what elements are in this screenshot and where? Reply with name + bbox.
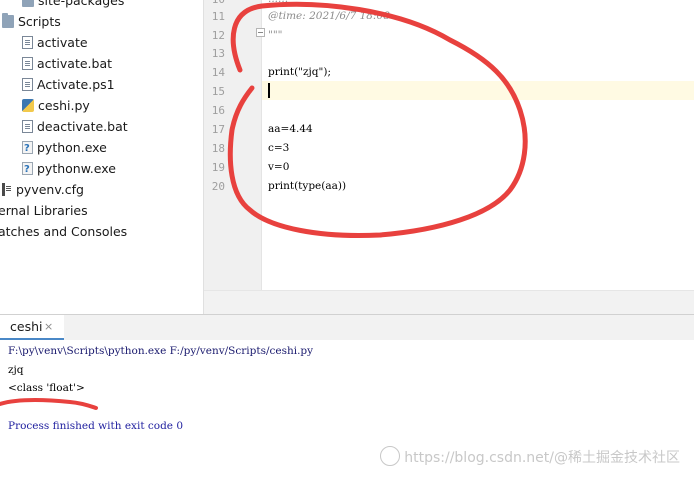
code-line: c=3 <box>268 142 290 154</box>
tree-item-ceshi-py[interactable]: ceshi.py <box>22 95 90 116</box>
tree-item-label: pyvenv.cfg <box>16 182 84 197</box>
close-icon[interactable]: × <box>44 315 53 338</box>
tree-item-activate-bat[interactable]: activate.bat <box>22 53 112 74</box>
watermark: https://blog.csdn.net/@稀土掘金技术社区 <box>380 446 680 467</box>
tab-ceshi[interactable]: ceshi × <box>0 315 64 340</box>
code-line: aa=4.44 <box>268 123 313 135</box>
tree-item-pyvenv-cfg[interactable]: pyvenv.cfg <box>2 179 84 200</box>
code-editor[interactable]: 10 11 12 13 14 15 16 17 18 19 20 ...... … <box>204 0 694 290</box>
line-number: 20 <box>211 180 225 193</box>
line-number: 13 <box>211 47 225 60</box>
tree-item-label: activate <box>37 35 88 50</box>
code-line: @time: 2021/6/7 18:08 <box>268 10 390 22</box>
config-file-icon <box>2 183 12 196</box>
tree-item-label: ceshi.py <box>38 98 90 113</box>
tree-item-scratches-and-consoles[interactable]: atches and Consoles <box>0 221 127 242</box>
tree-item-activate[interactable]: activate <box>22 32 88 53</box>
line-number: 12 <box>211 29 225 42</box>
text-caret <box>268 83 270 98</box>
file-icon <box>22 36 33 49</box>
folder-icon <box>2 13 14 28</box>
tree-item-site-packages[interactable]: site-packages <box>22 0 124 11</box>
line-number: 14 <box>211 66 225 79</box>
tree-item-label: activate.bat <box>37 56 113 71</box>
tree-item-label: python.exe <box>37 140 107 155</box>
python-file-icon <box>22 99 34 112</box>
code-line: v=0 <box>268 161 290 173</box>
tree-item-label: deactivate.bat <box>37 119 128 134</box>
console-line: <class 'float'> <box>8 382 85 394</box>
console-line: zjq <box>8 364 24 376</box>
tree-item-label: pythonw.exe <box>37 161 116 176</box>
tree-item-label: Activate.ps1 <box>37 77 115 92</box>
run-tool-window-tabs: ceshi × <box>0 314 694 341</box>
console-line: Process finished with exit code 0 <box>8 420 184 432</box>
executable-icon <box>22 159 33 180</box>
editor-horizontal-scrollbar[interactable] <box>204 290 694 315</box>
line-number: 19 <box>211 161 225 174</box>
tree-item-label: site-packages <box>38 0 125 8</box>
code-line: print("zjq"); <box>268 66 331 78</box>
tree-item-deactivate-bat[interactable]: deactivate.bat <box>22 116 128 137</box>
executable-icon <box>22 138 33 159</box>
tree-item-scripts[interactable]: Scripts <box>2 11 61 32</box>
fold-toggle-icon[interactable] <box>256 28 265 37</box>
current-line-highlight <box>262 81 694 100</box>
line-number: 16 <box>211 104 225 117</box>
code-line: print(type(aa)) <box>268 180 347 192</box>
watermark-text: https://blog.csdn.net/@稀土掘金技术社区 <box>404 450 680 466</box>
folder-icon <box>22 0 34 7</box>
file-icon <box>22 78 33 91</box>
tree-item-activate-ps1[interactable]: Activate.ps1 <box>22 74 115 95</box>
line-number: 17 <box>211 123 225 136</box>
code-line: """ <box>268 29 283 41</box>
file-icon <box>22 120 33 133</box>
file-icon <box>22 57 33 70</box>
tree-item-external-libraries[interactable]: ernal Libraries <box>0 200 88 221</box>
tree-item-label: Scripts <box>18 14 61 29</box>
tree-item-python-exe[interactable]: python.exe <box>22 137 107 159</box>
line-number: 11 <box>211 10 225 23</box>
line-number: 15 <box>211 85 225 98</box>
line-number: 18 <box>211 142 225 155</box>
tab-label: ceshi <box>10 319 43 334</box>
project-tree: site-packages Scripts activate activate.… <box>0 0 204 314</box>
tree-item-label: atches and Consoles <box>0 224 128 239</box>
watermark-logo-icon <box>380 446 401 466</box>
line-number-gutter: 10 11 12 13 14 15 16 17 18 19 20 <box>204 0 265 290</box>
console-line: F:\py\venv\Scripts\python.exe F:/py/venv… <box>8 345 314 357</box>
tree-item-label: ernal Libraries <box>0 203 88 218</box>
tree-item-pythonw-exe[interactable]: pythonw.exe <box>22 158 116 180</box>
